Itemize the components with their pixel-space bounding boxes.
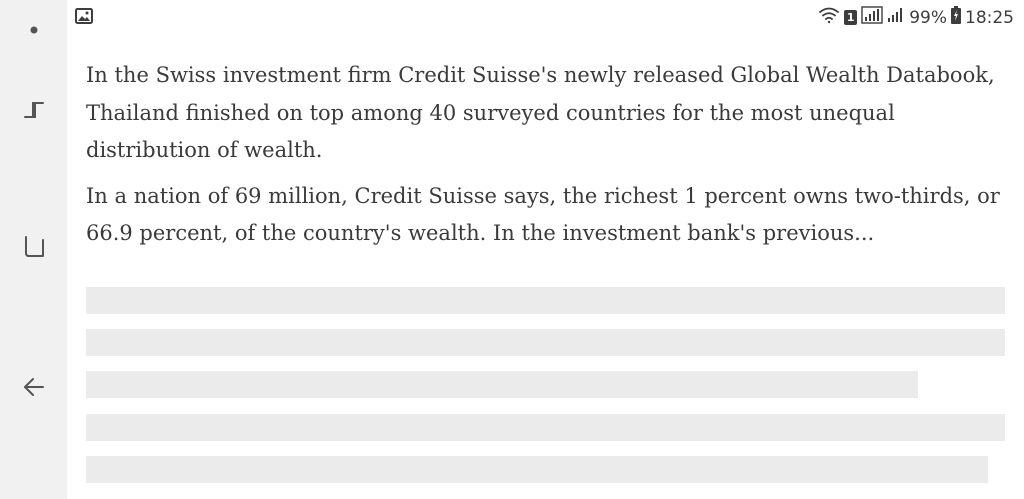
loading-placeholder-line [86, 329, 1005, 356]
sim-badge: 1 [844, 10, 858, 25]
status-bar: 1 99% 18:25 [67, 0, 1024, 34]
image-notification-icon [75, 8, 93, 29]
home-icon[interactable] [0, 217, 67, 277]
battery-percent: 99% [909, 7, 947, 28]
signal-strength-icon [861, 6, 883, 29]
clock: 18:25 [965, 7, 1014, 28]
recent-apps-icon[interactable] [0, 80, 67, 140]
nav-dot-icon[interactable] [0, 0, 67, 60]
article-paragraph: In the Swiss investment firm Credit Suis… [86, 63, 995, 162]
back-icon[interactable] [0, 357, 67, 417]
wifi-icon [818, 6, 840, 29]
article-body: In the Swiss investment firm Credit Suis… [86, 57, 1006, 253]
loading-placeholder-line [86, 371, 918, 398]
loading-placeholder-line [86, 414, 1005, 441]
battery-charging-icon [951, 6, 961, 29]
loading-placeholder-line [86, 456, 988, 483]
article-paragraph: In a nation of 69 million, Credit Suisse… [86, 183, 1000, 246]
loading-placeholder-line [86, 287, 1005, 314]
navigation-bar [0, 0, 67, 499]
signal-strength-icon [887, 6, 905, 29]
